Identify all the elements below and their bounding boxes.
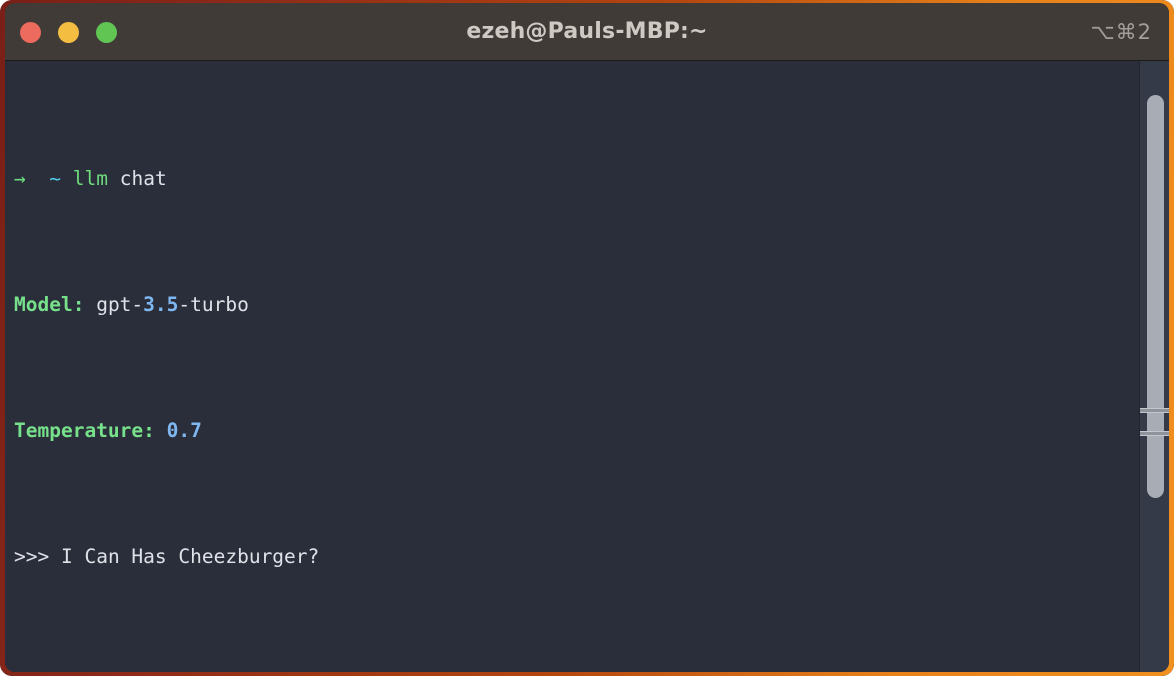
terminal-output: → ~ llm chat Model: gpt-3.5-turbo Temper…	[14, 68, 1144, 673]
assistant-intro: Sure! Here's a simple Python code snippe…	[14, 671, 941, 673]
shell-prompt-line-command: → ~ llm chat	[14, 163, 1144, 195]
command-gap	[108, 167, 120, 190]
prompt-gap-2	[61, 167, 73, 190]
user-message-line: >>> I Can Has Cheezburger?	[14, 541, 1144, 573]
scrollbar-grip-line-1	[1140, 408, 1169, 413]
model-label: Model:	[14, 292, 85, 316]
window-title: ezeh@Pauls-MBP:~	[466, 19, 708, 44]
scrollbar[interactable]	[1139, 61, 1169, 672]
window-shortcut-indicator: ⌥⌘2	[1090, 20, 1152, 44]
prompt-path: ~	[49, 166, 61, 190]
terminal-body[interactable]: → ~ llm chat Model: gpt-3.5-turbo Temper…	[5, 61, 1169, 672]
window-inner: ezeh@Pauls-MBP:~ ⌥⌘2 → ~ llm chat Model:…	[5, 3, 1169, 672]
scrollbar-grip-line-2	[1140, 431, 1169, 436]
temperature-label: Temperature:	[14, 418, 155, 442]
temperature-line: Temperature: 0.7	[14, 415, 1144, 447]
temperature-gap	[155, 419, 167, 442]
scrollbar-thumb[interactable]	[1140, 95, 1169, 498]
model-version: 3.5	[143, 292, 179, 316]
model-suffix: -turbo	[178, 292, 249, 316]
temperature-value: 0.7	[166, 418, 202, 442]
model-prefix: gpt-	[96, 292, 144, 316]
command-arg: chat	[119, 166, 167, 190]
prompt-arrow-icon: →	[14, 166, 26, 190]
titlebar: ezeh@Pauls-MBP:~ ⌥⌘2	[5, 3, 1169, 61]
prompt-gap-1	[26, 167, 49, 190]
terminal-window: ezeh@Pauls-MBP:~ ⌥⌘2 → ~ llm chat Model:…	[0, 0, 1174, 676]
assistant-intro-line: Sure! Here's a simple Python code snippe…	[14, 667, 1144, 673]
user-message: I Can Has Cheezburger?	[60, 544, 320, 568]
command-name: llm	[72, 166, 108, 190]
model-gap	[84, 293, 96, 316]
chat-prompt-marker: >>>	[14, 544, 50, 568]
model-line: Model: gpt-3.5-turbo	[14, 289, 1144, 321]
chat-prompt-gap	[49, 545, 61, 568]
